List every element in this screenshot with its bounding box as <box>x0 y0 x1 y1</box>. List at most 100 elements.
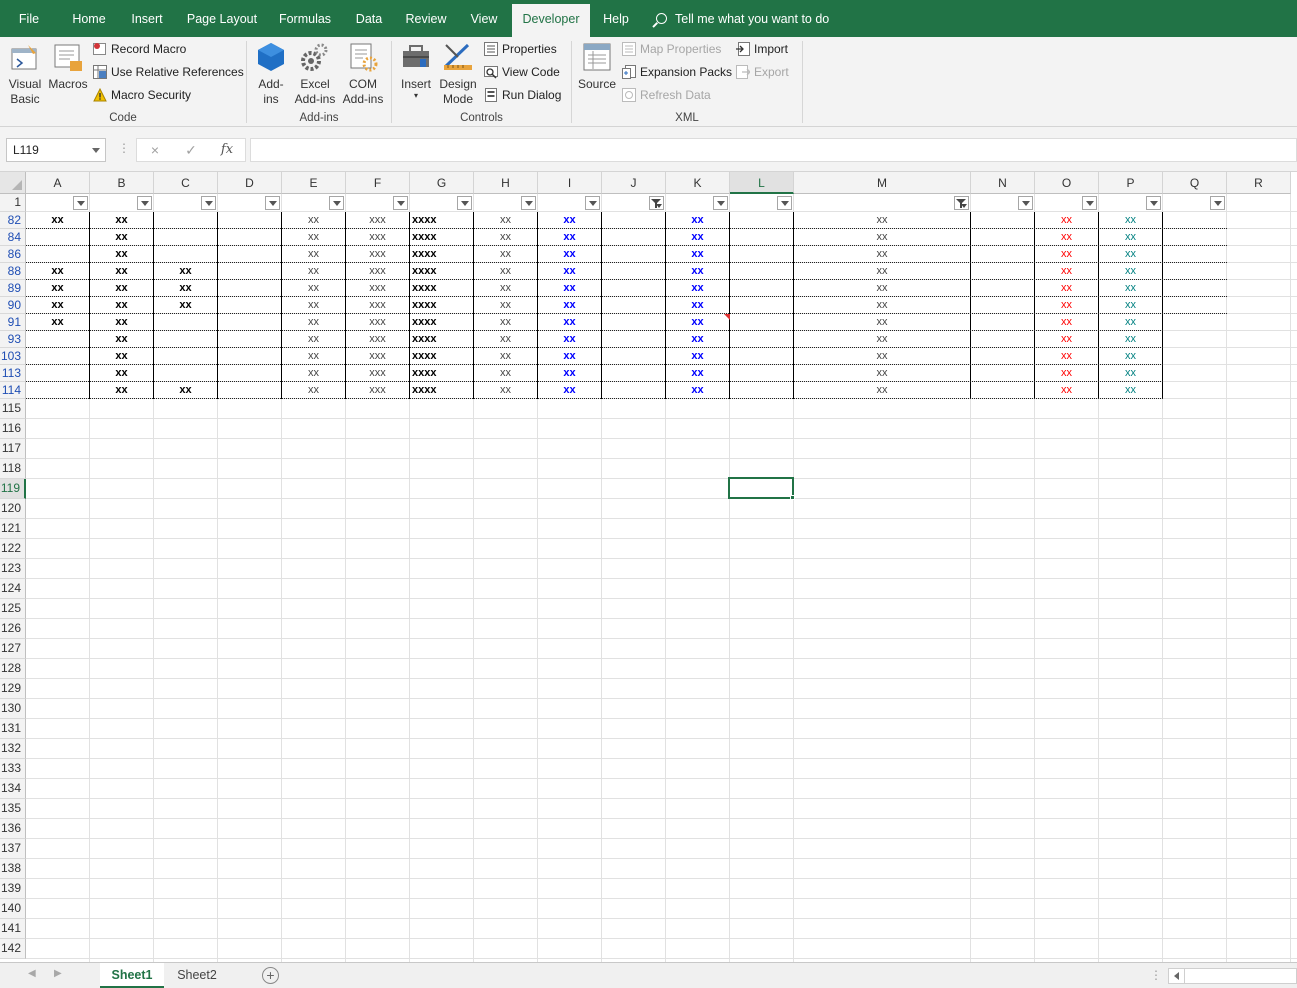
cell-g93[interactable]: xxxx <box>410 331 473 348</box>
cell-o93[interactable]: xx <box>1035 331 1098 348</box>
cell-e103[interactable]: xx <box>282 348 345 365</box>
cell-b113[interactable]: xx <box>90 365 153 382</box>
cell-k89[interactable]: xx <box>666 280 729 297</box>
cell-m82[interactable]: xx <box>794 212 970 229</box>
filter-dropdown-e[interactable] <box>329 196 344 210</box>
row-header-115[interactable]: 115 <box>0 399 26 419</box>
column-header-g[interactable]: G <box>410 172 474 194</box>
cell-h113[interactable]: xx <box>474 365 537 382</box>
refresh-data-button[interactable]: Refresh Data <box>622 85 711 105</box>
row-header-128[interactable]: 128 <box>0 659 26 679</box>
cell-p91[interactable]: xx <box>1099 314 1162 331</box>
row-header-139[interactable]: 139 <box>0 879 26 899</box>
column-header-b[interactable]: B <box>90 172 154 194</box>
filter-dropdown-a[interactable] <box>73 196 88 210</box>
cell-i114[interactable]: xx <box>538 382 601 399</box>
cell-g84[interactable]: xxxx <box>410 229 473 246</box>
cell-p90[interactable]: xx <box>1099 297 1162 314</box>
filter-dropdown-p[interactable] <box>1146 196 1161 210</box>
tab-review[interactable]: Review <box>400 0 452 37</box>
cell-i93[interactable]: xx <box>538 331 601 348</box>
filter-dropdown-j[interactable] <box>649 196 664 210</box>
cell-b82[interactable]: xx <box>90 212 153 229</box>
cell-p84[interactable]: xx <box>1099 229 1162 246</box>
row-header-126[interactable]: 126 <box>0 619 26 639</box>
cell-i91[interactable]: xx <box>538 314 601 331</box>
column-header-q[interactable]: Q <box>1163 172 1227 194</box>
cell-f114[interactable]: xxx <box>346 382 409 399</box>
visual-basic-button[interactable]: Visual Basic <box>4 41 46 107</box>
cell-g82[interactable]: xxxx <box>410 212 473 229</box>
row-header-116[interactable]: 116 <box>0 419 26 439</box>
cell-e84[interactable]: xx <box>282 229 345 246</box>
chevron-down-icon[interactable] <box>92 148 100 153</box>
cell-b86[interactable]: xx <box>90 246 153 263</box>
cell-m88[interactable]: xx <box>794 263 970 280</box>
cell-p82[interactable]: xx <box>1099 212 1162 229</box>
cell-p88[interactable]: xx <box>1099 263 1162 280</box>
column-header-f[interactable]: F <box>346 172 410 194</box>
tab-help[interactable]: Help <box>596 0 636 37</box>
column-header-l[interactable]: L <box>730 172 794 194</box>
row-header-140[interactable]: 140 <box>0 899 26 919</box>
cell-h82[interactable]: xx <box>474 212 537 229</box>
cell-f93[interactable]: xxx <box>346 331 409 348</box>
addins-button[interactable]: Add- ins <box>251 41 291 107</box>
row-header-119[interactable]: 119 <box>0 479 26 499</box>
row-header-136[interactable]: 136 <box>0 819 26 839</box>
select-all-corner[interactable] <box>0 172 26 194</box>
enter-icon[interactable]: ✓ <box>177 139 205 161</box>
cell-h89[interactable]: xx <box>474 280 537 297</box>
filter-dropdown-m[interactable] <box>954 196 969 210</box>
properties-button[interactable]: Properties <box>484 39 557 59</box>
row-header-134[interactable]: 134 <box>0 779 26 799</box>
cell-c114[interactable]: xx <box>154 382 217 399</box>
cell-h103[interactable]: xx <box>474 348 537 365</box>
column-header-d[interactable]: D <box>218 172 282 194</box>
record-macro-button[interactable]: Record Macro <box>93 39 186 59</box>
cell-k103[interactable]: xx <box>666 348 729 365</box>
row-header-117[interactable]: 117 <box>0 439 26 459</box>
row-header-121[interactable]: 121 <box>0 519 26 539</box>
horizontal-scrollbar[interactable] <box>1168 968 1297 984</box>
run-dialog-button[interactable]: Run Dialog <box>484 85 561 105</box>
formula-input[interactable] <box>250 138 1297 162</box>
row-header-82[interactable]: 82 <box>0 212 26 229</box>
filter-dropdown-o[interactable] <box>1082 196 1097 210</box>
row-header-120[interactable]: 120 <box>0 499 26 519</box>
cell-k88[interactable]: xx <box>666 263 729 280</box>
row-header-118[interactable]: 118 <box>0 459 26 479</box>
cell-f82[interactable]: xxx <box>346 212 409 229</box>
cell-g89[interactable]: xxxx <box>410 280 473 297</box>
cell-b90[interactable]: xx <box>90 297 153 314</box>
source-button[interactable]: Source <box>576 41 618 92</box>
cell-m114[interactable]: xx <box>794 382 970 399</box>
row-header-123[interactable]: 123 <box>0 559 26 579</box>
cell-m91[interactable]: xx <box>794 314 970 331</box>
cell-a91[interactable]: xx <box>26 314 89 331</box>
cell-b84[interactable]: xx <box>90 229 153 246</box>
row-header-91[interactable]: 91 <box>0 314 26 331</box>
cell-b88[interactable]: xx <box>90 263 153 280</box>
filter-dropdown-q[interactable] <box>1210 196 1225 210</box>
cell-i84[interactable]: xx <box>538 229 601 246</box>
cell-o84[interactable]: xx <box>1035 229 1098 246</box>
tab-data[interactable]: Data <box>348 0 390 37</box>
row-header-132[interactable]: 132 <box>0 739 26 759</box>
cell-k114[interactable]: xx <box>666 382 729 399</box>
cell-k113[interactable]: xx <box>666 365 729 382</box>
cancel-icon[interactable]: × <box>141 139 169 161</box>
column-header-k[interactable]: K <box>666 172 730 194</box>
column-header-m[interactable]: M <box>794 172 971 194</box>
cell-p114[interactable]: xx <box>1099 382 1162 399</box>
column-header-r[interactable]: R <box>1227 172 1291 194</box>
row-header-129[interactable]: 129 <box>0 679 26 699</box>
filter-dropdown-n[interactable] <box>1018 196 1033 210</box>
cell-f91[interactable]: xxx <box>346 314 409 331</box>
cell-g86[interactable]: xxxx <box>410 246 473 263</box>
cell-p93[interactable]: xx <box>1099 331 1162 348</box>
cell-i88[interactable]: xx <box>538 263 601 280</box>
cell-m93[interactable]: xx <box>794 331 970 348</box>
row-header-141[interactable]: 141 <box>0 919 26 939</box>
cell-o88[interactable]: xx <box>1035 263 1098 280</box>
